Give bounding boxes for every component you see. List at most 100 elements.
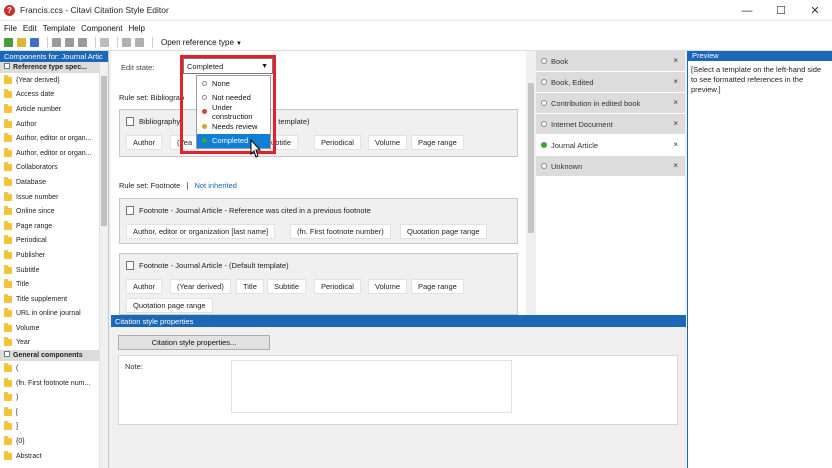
component-item[interactable]: ) [4,390,108,405]
close-icon[interactable]: × [673,119,678,128]
reference-type-item[interactable]: Book × [536,51,685,72]
undo-icon[interactable] [122,38,131,47]
component-item[interactable]: Periodical [4,234,108,249]
component-item[interactable]: Author, editor or organ... [4,131,108,146]
component-item[interactable]: Title supplement [4,292,108,307]
component-item[interactable]: Volume [4,321,108,336]
chip-author[interactable]: Author [126,135,163,150]
chip-year-derived[interactable]: (Year derived) [170,279,231,294]
edit-state-option[interactable]: Under construction [197,103,270,121]
component-item[interactable]: Author [4,117,108,132]
document-icon [126,206,134,215]
reference-type-item[interactable]: Journal Article × [536,135,685,156]
component-item[interactable]: {Year derived} [4,73,108,88]
chip-volume[interactable]: Volume [368,279,408,294]
close-icon[interactable]: × [673,98,678,107]
document-icon [126,261,134,270]
component-item[interactable]: Issue number [4,190,108,205]
component-item[interactable]: ( [4,361,108,376]
minimize-button[interactable]: — [730,0,764,21]
chip-subtitle[interactable]: Subtitle [267,279,307,294]
component-item[interactable]: Subtitle [4,263,108,278]
scrollbar-thumb[interactable] [101,76,107,226]
component-item[interactable]: {0} [4,434,108,449]
chip-author-editor-organization[interactable]: Author, editor or organization [last nam… [126,224,276,239]
component-label: ( [16,365,19,373]
open-reference-type-dropdown[interactable]: Open reference type ▼ [161,38,242,47]
folder-icon [4,249,12,259]
not-inherited-link[interactable]: Not inherited [194,181,237,190]
component-item[interactable]: Abstract [4,449,108,464]
component-label: {0} [16,438,25,446]
component-item[interactable]: (fn. First footnote num... [4,376,108,391]
footnote-previous-template[interactable]: Footnote - Journal Article - Reference w… [119,198,518,244]
reference-type-item[interactable]: Book, Edited × [536,72,685,93]
scrollbar-thumb[interactable] [528,83,534,233]
citation-style-properties-button[interactable]: Citation style properties... [118,335,270,350]
chip-title[interactable]: Title [236,279,264,294]
menu-help[interactable]: Help [129,24,145,33]
chip-first-footnote-number[interactable]: (fn. First footnote number) [290,224,391,239]
paste-icon[interactable] [78,38,87,47]
bibliography-template[interactable]: Bibliography template) Author (Yea ubtit… [119,109,518,157]
copy-icon[interactable] [65,38,74,47]
chip-quotation-page-range[interactable]: Quotation page range [400,224,487,239]
menu-file[interactable]: File [4,24,17,33]
new-icon[interactable] [4,38,13,47]
chip-periodical[interactable]: Periodical [314,135,361,150]
note-field[interactable] [231,360,512,413]
component-item[interactable]: ] [4,420,108,435]
reference-type-item[interactable]: Unknown × [536,156,685,177]
open-folder-icon[interactable] [17,38,26,47]
close-window-button[interactable]: ✕ [798,0,832,21]
collapse-icon[interactable] [4,351,10,358]
maximize-button[interactable]: ☐ [764,0,798,21]
component-item[interactable]: Author, editor or organ... [4,146,108,161]
close-icon[interactable]: × [673,140,678,149]
chip-volume[interactable]: Volume [368,135,408,150]
menu-template[interactable]: Template [43,24,75,33]
component-item[interactable]: Access date [4,88,108,103]
save-icon[interactable] [30,38,39,47]
group-general-components[interactable]: General components [0,350,108,362]
editor-scrollbar[interactable] [526,51,535,315]
template-title-text: Footnote - Journal Article - (Default te… [139,261,289,270]
chip-year-derived[interactable]: (Yea [170,135,200,150]
folder-icon [4,162,12,172]
chip-author[interactable]: Author [126,279,163,294]
component-item[interactable]: Year [4,336,108,351]
footnote-default-template[interactable]: Footnote - Journal Article - (Default te… [119,253,518,315]
chip-page-range[interactable]: Page range [411,135,464,150]
component-item[interactable]: URL in online journal [4,307,108,322]
edit-state-option[interactable]: None [197,76,270,90]
close-icon[interactable]: × [673,56,678,65]
close-icon[interactable]: × [673,77,678,86]
edit-state-select[interactable]: Completed ▼ [183,58,273,74]
menu-component[interactable]: Component [81,24,122,33]
component-item[interactable]: Online since [4,204,108,219]
reference-type-item[interactable]: Contribution in edited book × [536,93,685,114]
chip-subtitle[interactable]: ubtitle [268,135,299,150]
component-item[interactable]: Publisher [4,248,108,263]
close-icon[interactable]: × [673,161,678,170]
chip-page-range[interactable]: Page range [411,279,464,294]
component-item[interactable]: Collaborators [4,161,108,176]
component-item[interactable]: Database [4,175,108,190]
cut-icon[interactable] [52,38,61,47]
collapse-icon[interactable] [4,63,10,70]
components-scrollbar[interactable] [99,62,108,468]
chip-periodical[interactable]: Periodical [314,279,361,294]
component-item[interactable]: [ [4,405,108,420]
reference-type-label: Book, Edited [551,77,594,87]
reference-type-item[interactable]: Internet Document × [536,114,685,135]
dropdown-arrow-icon[interactable]: ▼ [261,63,268,70]
chip-quotation-page-range[interactable]: Quotation page range [126,298,213,313]
group-reference-type-specific[interactable]: Reference type spec... [0,62,108,73]
delete-icon[interactable] [100,38,109,47]
redo-icon[interactable] [135,38,144,47]
component-item[interactable]: Article number [4,102,108,117]
component-item[interactable]: Title [4,277,108,292]
menu-edit[interactable]: Edit [23,24,37,33]
edit-state-option[interactable]: Needs review [197,119,270,133]
component-item[interactable]: Page range [4,219,108,234]
